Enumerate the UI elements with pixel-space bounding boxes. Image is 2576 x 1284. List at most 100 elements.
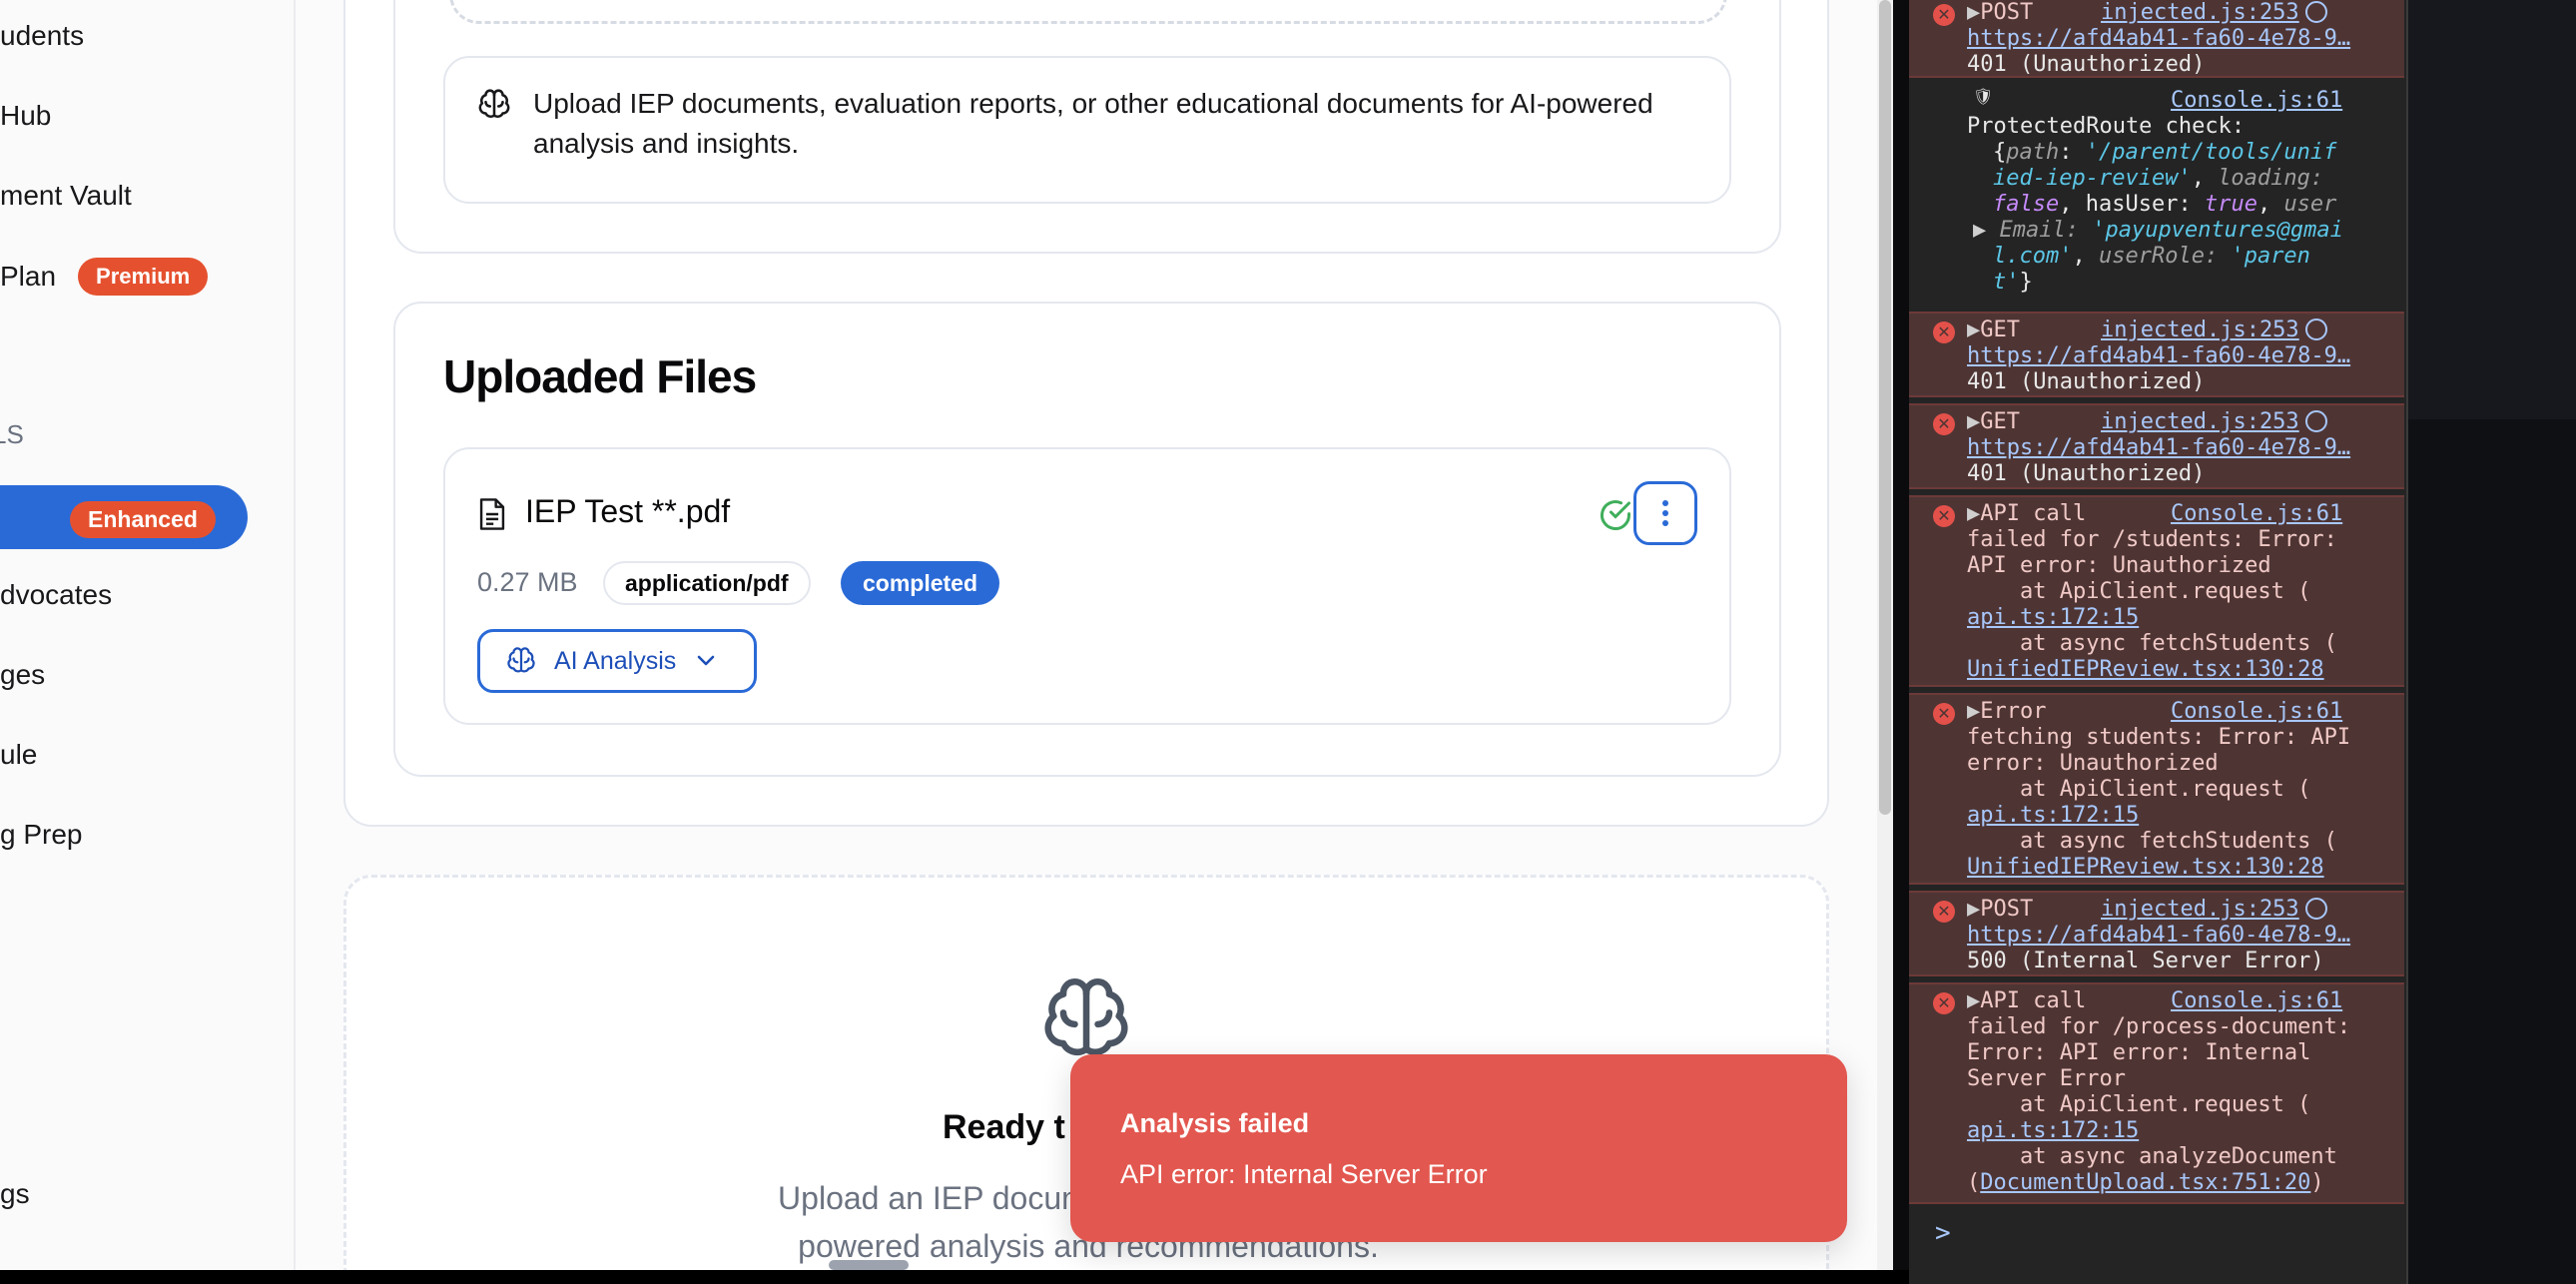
error-icon: ✕ [1933,992,1955,1014]
sidebar-item-label: dvocates [0,579,113,610]
console-object: false, hasUser: true, user [1993,192,2337,217]
check-circle-icon [1601,500,1630,530]
console-url-link[interactable]: https://afd4ab41-fa60-4e78-9… [1967,923,2350,950]
upload-info-text: Upload IEP documents, evaluation reports… [533,88,1653,159]
premium-badge: Premium [78,258,209,296]
console-stack-link[interactable]: UnifiedIEPReview.tsx:130:28 [1967,657,2324,684]
error-icon: ✕ [1933,703,1955,725]
console-stack-link[interactable]: api.ts:172:15 [1967,1118,2139,1145]
console-text: at async analyzeDocument [1967,1144,2337,1169]
console-source-link[interactable]: Console.js:61 [2171,699,2342,726]
sidebar-item-plan[interactable]: Plan Premium [0,258,209,296]
console-stack-link[interactable]: UnifiedIEPReview.tsx:130:28 [1967,855,2324,882]
sidebar-item-label: g Prep [0,819,83,850]
console-error-entry: ✕ ▶GET injected.js:253 https://afd4ab41-… [1909,312,2404,397]
console-error-entry: ✕ ▶GET injected.js:253 https://afd4ab41-… [1909,403,2404,489]
console-url-link[interactable]: https://afd4ab41-fa60-4e78-9… [1967,343,2350,370]
console-prompt[interactable]: > [1935,1220,1951,1247]
devtools-console: ✕ ▶POST injected.js:253 https://afd4ab41… [1909,0,2408,1284]
expand-triangle-icon[interactable]: ▶ [1967,409,1980,434]
ai-analysis-button[interactable]: AI Analysis [477,629,757,693]
sidebar-item-students[interactable]: udents [0,20,84,52]
shield-icon: 🛡 [1973,87,1994,106]
file-drop-zone[interactable] [449,0,1727,24]
sidebar-item-messages[interactable]: ges [0,659,45,691]
console-text: failed for /students: Error: [1967,527,2337,552]
console-text: at async fetchStudents ( [1967,829,2337,854]
console-stack-link[interactable]: api.ts:172:15 [1967,605,2139,632]
source-label: injected.js:253 [2101,318,2299,342]
source-label: injected.js:253 [2101,409,2299,434]
error-icon: ✕ [1933,321,1955,343]
expand-triangle-icon[interactable]: ▶ [1967,897,1980,922]
console-source-link[interactable]: injected.js:253 [2101,897,2327,924]
sidebar-item-label: ule [0,739,38,770]
editor-pane [2408,0,2576,1284]
file-text-icon [479,498,505,530]
horizontal-scrollbar[interactable] [829,1260,909,1270]
console-error-entry: ✕ ▶POST injected.js:253 https://afd4ab41… [1909,891,2404,976]
console-text: Server Error [1967,1066,2126,1091]
error-icon: ✕ [1933,4,1955,26]
console-text: fetching students: Error: API [1967,725,2351,750]
console-object: l.com', userRole: 'paren [1993,244,2310,269]
console-url-link[interactable]: https://afd4ab41-fa60-4e78-9… [1967,26,2350,53]
error-icon: ✕ [1933,901,1955,923]
console-error-entry: ✕ ▶POST injected.js:253 https://afd4ab41… [1909,0,2404,78]
console-object[interactable]: ▶ Email: 'payupventures@gmai [1973,218,2343,245]
ready-title: Ready t [943,1108,1065,1146]
expand-triangle-icon[interactable]: ▶ [1967,699,1980,724]
expand-triangle-icon[interactable]: ▶ [1967,988,1980,1013]
brain-icon [507,647,535,673]
sidebar-item-label: Plan [0,261,57,292]
console-text: 401 (Unauthorized) [1967,369,2206,394]
uploaded-files-title: Uploaded Files [443,350,757,402]
console-source-link[interactable]: Console.js:61 [2171,88,2342,115]
expand-triangle-icon[interactable]: ▶ [1967,501,1980,526]
console-url-link[interactable]: https://afd4ab41-fa60-4e78-9… [1967,435,2350,462]
console-stack-link[interactable]: api.ts:172:15 [1967,803,2139,830]
sidebar-item-label: Hub [0,100,52,131]
toast-message: API error: Internal Server Error [1120,1159,1488,1189]
app-window: udents Hub ment Vault Plan Premium LS Enh… [0,0,1893,1270]
sidebar-item-settings[interactable]: gs [0,1178,30,1210]
network-icon [2304,319,2327,340]
console-object: {path: '/parent/tools/unif [1993,140,2337,165]
expand-triangle-icon[interactable]: ▶ [1967,0,1980,25]
console-source-link[interactable]: Console.js:61 [2171,501,2342,528]
sidebar-item-advocates[interactable]: dvocates [0,579,112,611]
brain-icon [478,89,510,119]
console-text: API call [1980,988,2087,1013]
console-text: at ApiClient.request ( [1967,579,2311,604]
vertical-scrollbar[interactable] [1877,0,1893,1270]
sidebar-item-schedule[interactable]: ule [0,739,37,771]
console-source-link[interactable]: injected.js:253 [2101,318,2327,344]
sidebar-item-hub[interactable]: Hub [0,100,51,132]
console-source-link[interactable]: injected.js:253 [2101,0,2327,27]
ai-analysis-label: AI Analysis [554,646,677,675]
console-object: ied-iep-review', loading: [1993,166,2324,191]
window-bottom-edge [0,1270,1909,1284]
error-toast: Analysis failed API error: Internal Serv… [1070,1054,1847,1242]
sidebar: udents Hub ment Vault Plan Premium LS Enh… [0,0,296,1270]
console-source-link[interactable]: Console.js:61 [2171,988,2342,1015]
toast-title: Analysis failed [1120,1108,1310,1138]
console-text: failed for /process-document: [1967,1014,2351,1039]
console-log-entry: Console.js:61 🛡 ProtectedRoute check: {p… [1909,84,2404,306]
sidebar-item-label: udents [0,20,85,51]
sidebar-item-label: ment Vault [0,180,132,211]
console-text: at ApiClient.request ( [1967,1092,2311,1117]
console-stack-link[interactable]: DocumentUpload.tsx:751:20 [1980,1170,2310,1195]
file-size: 0.27 MB [477,567,578,597]
sidebar-item-document-vault[interactable]: ment Vault [0,180,132,212]
console-source-link[interactable]: injected.js:253 [2101,409,2327,436]
scrollbar-thumb[interactable] [1879,0,1891,815]
console-object: t'} [1993,270,2033,295]
console-error-entry: ✕ ▶API call Console.js:61 failed for /st… [1909,495,2404,687]
console-text: POST [1980,897,2034,922]
expand-triangle-icon[interactable]: ▶ [1967,318,1980,342]
file-name: IEP Test **.pdf [525,493,731,529]
console-text: POST [1980,0,2034,25]
sidebar-item-meeting-prep[interactable]: g Prep [0,819,83,851]
file-more-button[interactable] [1633,481,1697,545]
